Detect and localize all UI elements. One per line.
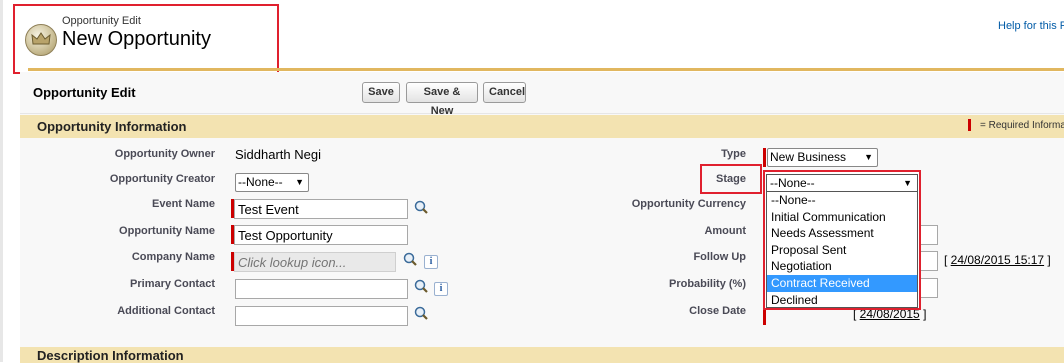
label-probability: Probability (%) xyxy=(668,278,746,290)
opportunity-creator-selected: --None-- xyxy=(238,175,283,189)
stage-option-highlighted[interactable]: Contract Received xyxy=(767,275,917,292)
type-selected: New Business xyxy=(770,150,847,164)
event-name-input[interactable] xyxy=(234,199,408,219)
chevron-down-icon: ▼ xyxy=(295,177,304,187)
stage-selected: --None-- xyxy=(770,176,815,190)
follow-up-input[interactable] xyxy=(918,251,938,271)
opportunity-creator-select[interactable]: --None-- ▼ xyxy=(235,173,309,192)
annotation-box-header xyxy=(13,4,279,74)
stage-option[interactable]: Proposal Sent xyxy=(767,242,917,259)
additional-contact-input[interactable] xyxy=(235,306,408,326)
label-opportunity-currency: Opportunity Currency xyxy=(631,198,746,210)
lookup-icon[interactable] xyxy=(413,306,429,322)
stage-option[interactable]: Initial Communication xyxy=(767,209,917,226)
cancel-button[interactable]: Cancel xyxy=(483,82,526,103)
label-follow-up: Follow Up xyxy=(693,251,746,263)
required-legend-text: = Required Information xyxy=(980,120,1064,131)
section-title-description: Description Information xyxy=(37,348,184,363)
label-event-name: Event Name xyxy=(152,198,215,210)
stage-select[interactable]: --None-- ▼ xyxy=(766,174,918,192)
type-select[interactable]: New Business ▼ xyxy=(767,148,878,167)
block-title: Opportunity Edit xyxy=(33,85,136,100)
info-icon[interactable]: i xyxy=(434,282,448,296)
label-company-name: Company Name xyxy=(131,251,215,263)
label-amount: Amount xyxy=(704,225,746,237)
follow-up-date-link[interactable]: [ 24/08/2015 15:17 ] xyxy=(944,253,1051,267)
block-header xyxy=(20,72,1064,114)
stage-option[interactable]: Declined xyxy=(767,292,917,309)
label-close-date: Close Date xyxy=(689,305,746,317)
annotation-box-stage-label xyxy=(700,164,762,194)
help-link[interactable]: Help for this Page xyxy=(998,20,1064,32)
save-and-new-button[interactable]: Save & New xyxy=(406,82,478,117)
probability-input[interactable] xyxy=(918,278,938,298)
save-button[interactable]: Save xyxy=(362,82,400,103)
chevron-down-icon: ▼ xyxy=(903,178,912,188)
opportunity-name-input[interactable] xyxy=(234,225,408,245)
required-legend-marker xyxy=(968,119,971,131)
label-opportunity-creator: Opportunity Creator xyxy=(109,173,215,185)
company-name-input[interactable] xyxy=(234,252,396,272)
amount-input[interactable] xyxy=(918,225,938,245)
opportunity-owner-value: Siddharth Negi xyxy=(235,147,321,162)
info-icon[interactable]: i xyxy=(424,255,438,269)
required-marker xyxy=(763,148,766,167)
lookup-icon[interactable] xyxy=(413,200,429,216)
left-edge-strip xyxy=(0,0,3,362)
stage-option[interactable]: Needs Assessment xyxy=(767,225,917,242)
label-type: Type xyxy=(721,148,746,160)
header-divider xyxy=(28,68,1064,71)
stage-option[interactable]: Negotiation xyxy=(767,258,917,275)
stage-option[interactable]: --None-- xyxy=(767,192,917,209)
chevron-down-icon: ▼ xyxy=(864,152,873,162)
lookup-icon[interactable] xyxy=(413,279,429,295)
label-additional-contact: Additional Contact xyxy=(117,305,215,317)
section-title: Opportunity Information xyxy=(37,119,187,134)
label-primary-contact: Primary Contact xyxy=(130,278,215,290)
follow-up-date[interactable]: 24/08/2015 15:17 xyxy=(951,253,1044,267)
primary-contact-input[interactable] xyxy=(235,279,408,299)
label-opportunity-name: Opportunity Name xyxy=(119,225,215,237)
stage-options-list: --None-- Initial Communication Needs Ass… xyxy=(766,192,918,308)
lookup-icon[interactable] xyxy=(402,252,418,268)
label-opportunity-owner: Opportunity Owner xyxy=(114,148,215,160)
